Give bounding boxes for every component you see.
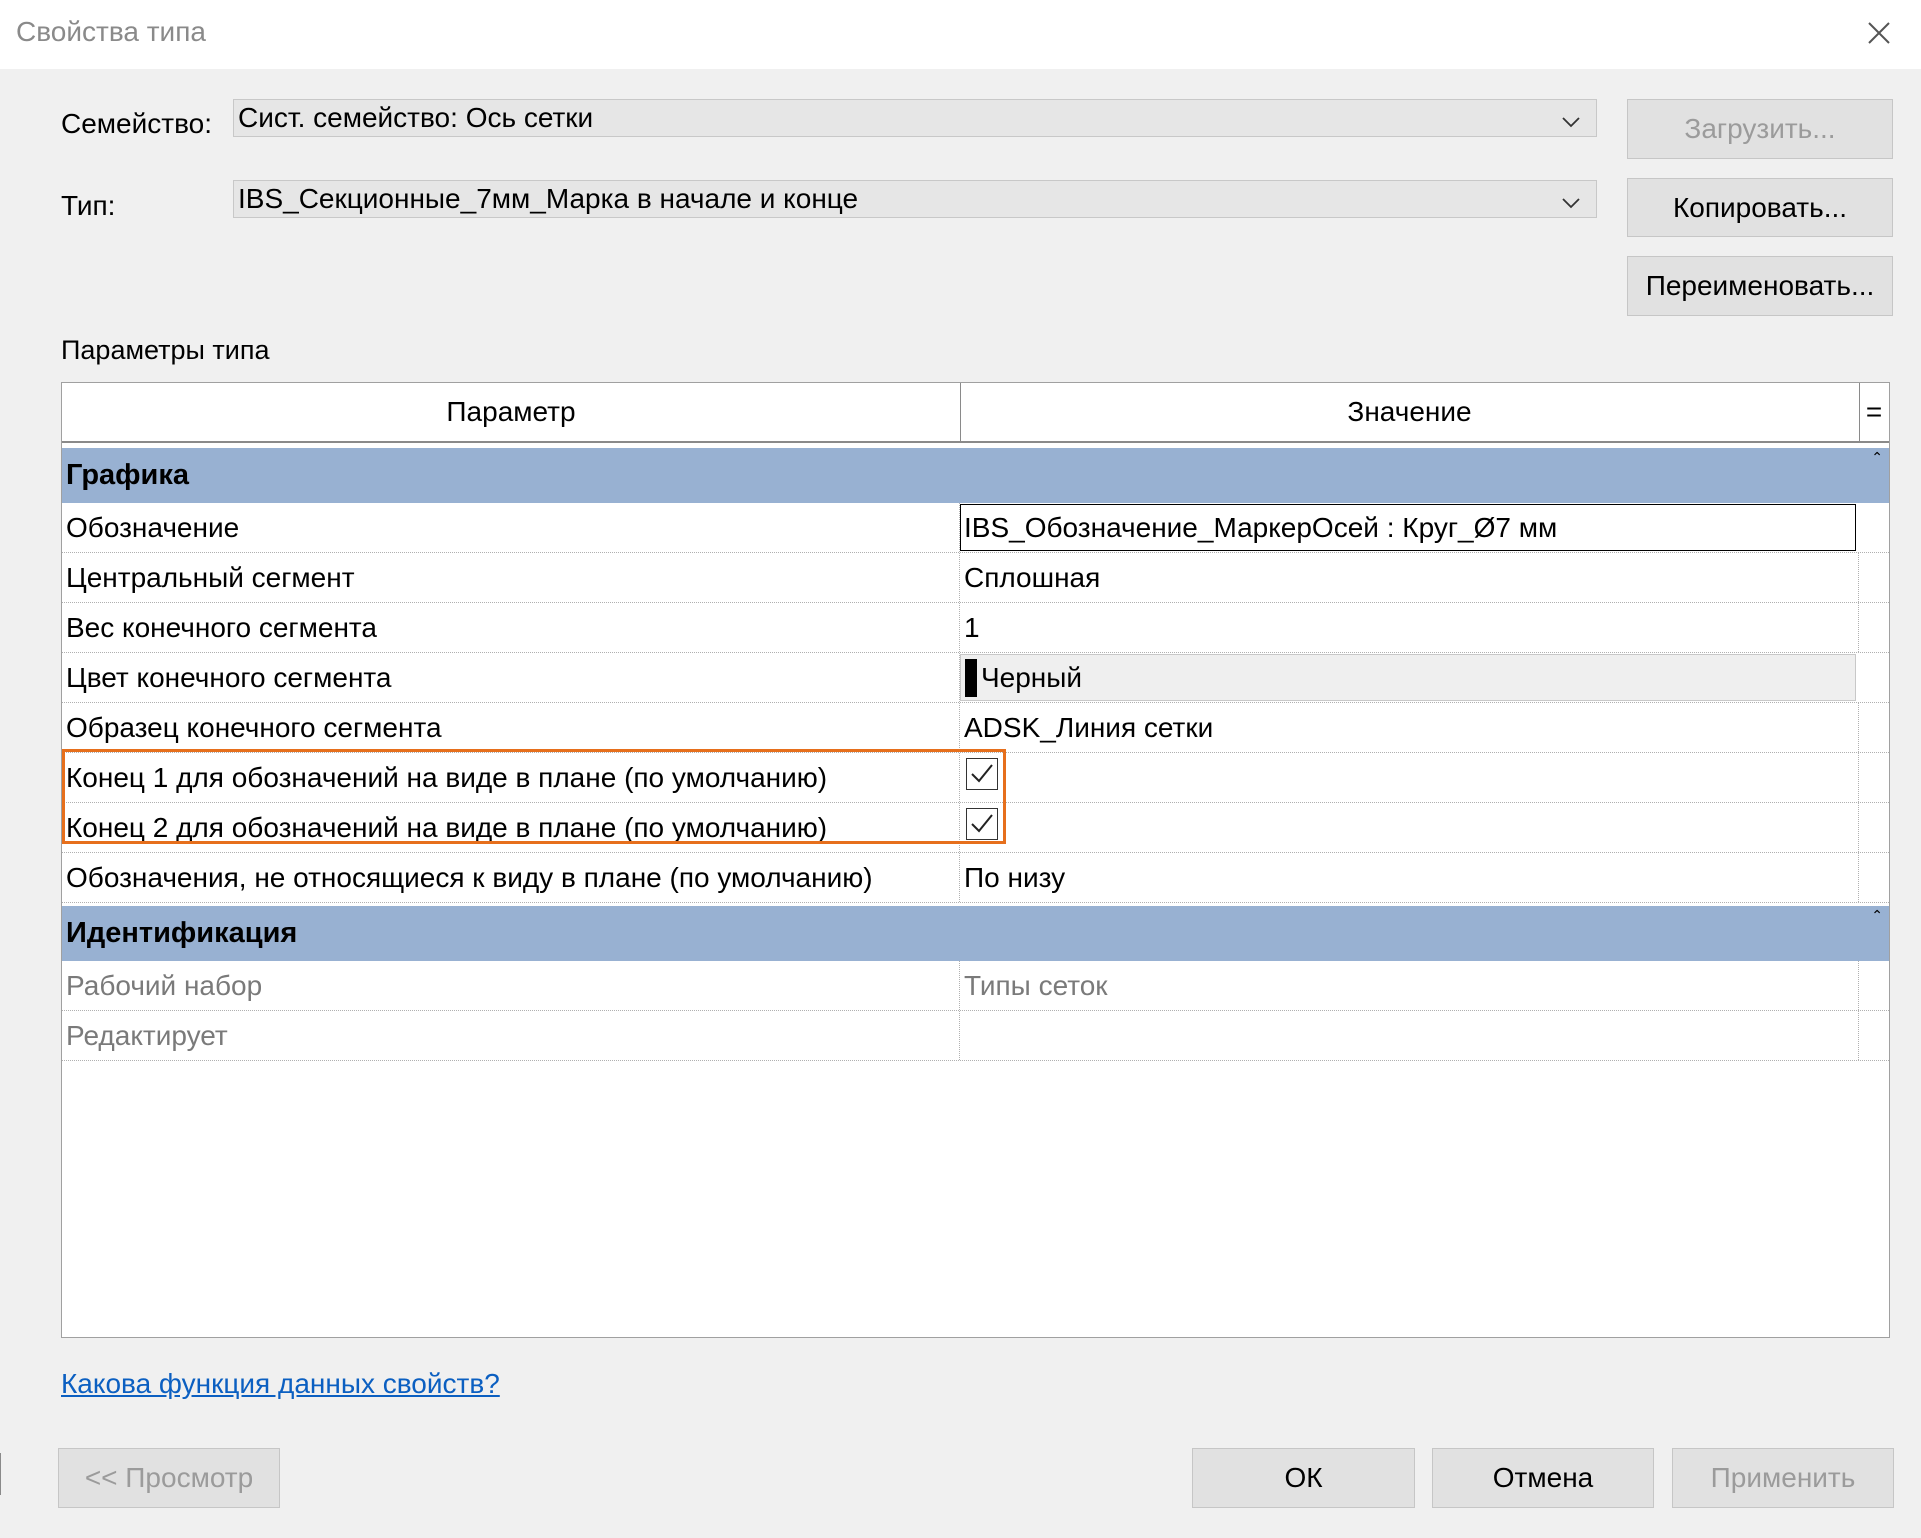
- title-bar: Свойства типа: [0, 0, 1921, 69]
- param-name: Вес конечного сегмента: [62, 603, 960, 652]
- header-equals[interactable]: =: [1859, 383, 1889, 441]
- chevron-down-icon: [1560, 106, 1582, 128]
- table-row: Обозначения, не относящиеся к виду в пла…: [62, 853, 1889, 903]
- param-name: Редактирует: [62, 1011, 960, 1060]
- header-parameter[interactable]: Параметр: [62, 383, 961, 441]
- apply-button[interactable]: Применить: [1672, 1448, 1894, 1508]
- param-name: Конец 2 для обозначений на виде в плане …: [62, 803, 960, 852]
- window-title: Свойства типа: [16, 16, 206, 47]
- param-value[interactable]: По низу: [960, 853, 1859, 902]
- preview-button[interactable]: << Просмотр: [58, 1448, 280, 1508]
- table-row: Центральный сегмент Сплошная: [62, 553, 1889, 603]
- collapse-icon[interactable]: ⌃: [1871, 908, 1883, 922]
- table-row: Редактирует: [62, 1011, 1889, 1061]
- group-title: Идентификация: [66, 917, 298, 949]
- family-value: Сист. семейство: Ось сетки: [238, 102, 594, 133]
- load-button[interactable]: Загрузить...: [1627, 99, 1893, 159]
- type-parameters-table: Параметр Значение = Графика ⌃ Обозначени…: [61, 382, 1890, 1338]
- param-name: Обозначение: [62, 503, 960, 552]
- param-name: Рабочий набор: [62, 961, 960, 1010]
- end2-checkbox[interactable]: [966, 808, 998, 840]
- rename-button[interactable]: Переименовать...: [1627, 256, 1893, 316]
- copy-button[interactable]: Копировать...: [1627, 178, 1893, 237]
- type-dropdown[interactable]: IBS_Секционные_7мм_Марка в начале и конц…: [233, 180, 1597, 218]
- table-row: Цвет конечного сегмента Черный: [62, 653, 1889, 703]
- table-row: Вес конечного сегмента 1: [62, 603, 1889, 653]
- section-title: Параметры типа: [61, 335, 270, 365]
- close-icon[interactable]: [1862, 16, 1896, 50]
- table-row: Образец конечного сегмента ADSK_Линия се…: [62, 703, 1889, 753]
- table-row: Конец 1 для обозначений на виде в плане …: [62, 753, 1889, 803]
- table-header: Параметр Значение =: [62, 383, 1889, 443]
- color-swatch: [965, 659, 977, 697]
- table-row: Конец 2 для обозначений на виде в плане …: [62, 803, 1889, 853]
- table-row: Рабочий набор Типы сеток: [62, 961, 1889, 1011]
- param-value-field[interactable]: IBS_Обозначение_МаркерОсей : Круг_Ø7 мм: [960, 504, 1856, 551]
- param-value[interactable]: ADSK_Линия сетки: [960, 703, 1859, 752]
- collapse-icon[interactable]: ⌃: [1871, 450, 1883, 464]
- param-value: Типы сеток: [960, 961, 1859, 1010]
- chevron-down-icon: [1560, 187, 1582, 209]
- param-value[interactable]: 1: [960, 603, 1859, 652]
- param-value: [960, 1011, 1859, 1060]
- param-name: Центральный сегмент: [62, 553, 960, 602]
- param-value[interactable]: Сплошная: [960, 553, 1859, 602]
- end1-checkbox[interactable]: [966, 758, 998, 790]
- header-value[interactable]: Значение: [960, 383, 1860, 441]
- family-dropdown[interactable]: Сист. семейство: Ось сетки: [233, 99, 1597, 137]
- table-row: Обозначение IBS_Обозначение_МаркерОсей :…: [62, 503, 1889, 553]
- cancel-button[interactable]: Отмена: [1432, 1448, 1654, 1508]
- color-name: Черный: [981, 662, 1083, 693]
- type-label: Тип:: [61, 190, 116, 221]
- ok-button[interactable]: ОК: [1192, 1448, 1415, 1508]
- help-link[interactable]: Какова функция данных свойств?: [61, 1368, 500, 1400]
- edge-marker: [0, 1453, 1, 1495]
- param-name: Конец 1 для обозначений на виде в плане …: [62, 753, 960, 802]
- param-name: Образец конечного сегмента: [62, 703, 960, 752]
- group-identification[interactable]: Идентификация ⌃: [62, 906, 1889, 961]
- group-title: Графика: [66, 459, 190, 491]
- param-name: Цвет конечного сегмента: [62, 653, 960, 702]
- group-graphics[interactable]: Графика ⌃: [62, 448, 1889, 503]
- color-picker-field[interactable]: Черный: [960, 654, 1856, 701]
- param-name: Обозначения, не относящиеся к виду в пла…: [62, 853, 960, 902]
- family-label: Семейство:: [61, 108, 212, 139]
- type-value: IBS_Секционные_7мм_Марка в начале и конц…: [238, 183, 859, 214]
